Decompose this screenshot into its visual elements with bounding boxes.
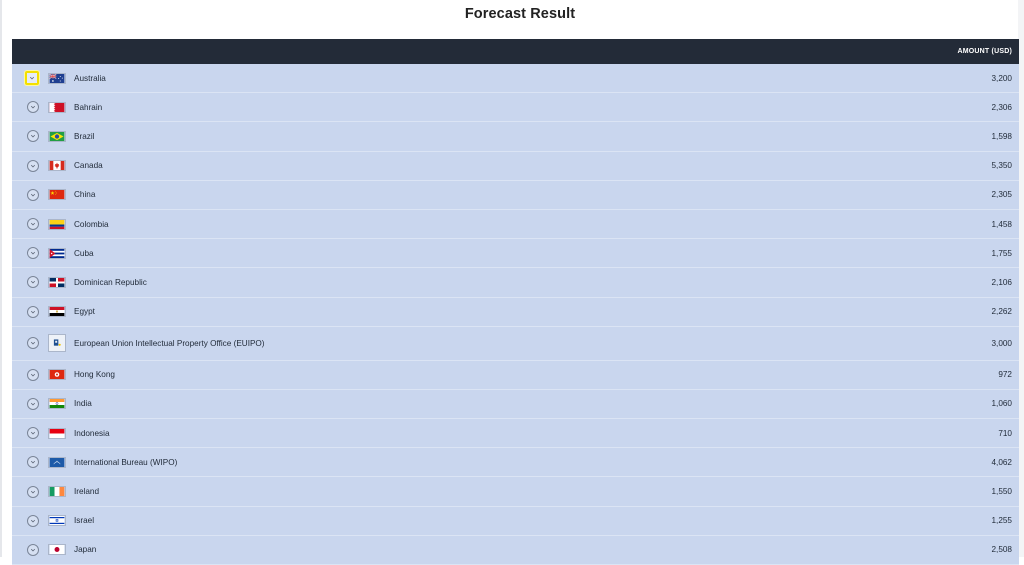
- chevron-down-icon[interactable]: [27, 456, 39, 469]
- country-name: China: [74, 190, 96, 200]
- amount-value: 2,508: [991, 545, 1013, 555]
- euipo-logo-icon: [48, 334, 66, 353]
- indonesia-flag-icon: [48, 427, 66, 439]
- colombia-flag-icon: [48, 218, 66, 230]
- amount-value: 1,755: [991, 248, 1013, 258]
- israel-flag-icon: [48, 515, 66, 527]
- page-left-border: [0, 0, 2, 557]
- table-header: AMOUNT (USD): [12, 39, 1019, 64]
- amount-value: 2,306: [991, 102, 1013, 112]
- amount-value: 1,458: [991, 219, 1013, 229]
- table-row[interactable]: India 1,060: [12, 389, 1019, 420]
- country-name: Japan: [74, 545, 97, 555]
- table-row[interactable]: International Bureau (WIPO) 4,062: [12, 448, 1019, 478]
- table-row[interactable]: Ireland 1,550: [12, 477, 1019, 507]
- egypt-flag-icon: [48, 306, 66, 318]
- japan-flag-icon: [48, 544, 66, 556]
- table-row[interactable]: Brazil 1,598: [12, 122, 1019, 152]
- table-row[interactable]: Cuba 1,755: [12, 239, 1019, 269]
- country-name: Dominican Republic: [74, 277, 147, 287]
- chevron-down-icon[interactable]: [27, 305, 39, 318]
- hong-kong-flag-icon: [48, 369, 66, 381]
- country-name: Egypt: [74, 307, 95, 317]
- table-row[interactable]: Hong Kong 972: [12, 360, 1019, 390]
- australia-flag-icon: [48, 72, 66, 84]
- table-row[interactable]: Australia 3,200: [12, 64, 1019, 94]
- country-name: European Union Intellectual Property Off…: [74, 338, 265, 348]
- table-row[interactable]: Colombia 1,458: [12, 209, 1019, 240]
- chevron-down-icon[interactable]: [25, 71, 39, 86]
- chevron-down-icon[interactable]: [27, 188, 39, 201]
- amount-value: 3,200: [991, 73, 1013, 83]
- amount-column-header: AMOUNT (USD): [957, 48, 1012, 55]
- chevron-down-icon[interactable]: [27, 276, 39, 289]
- india-flag-icon: [48, 398, 66, 410]
- wipo-flag-icon: [48, 456, 66, 468]
- chevron-down-icon[interactable]: [27, 368, 39, 381]
- amount-value: 1,550: [991, 487, 1013, 497]
- country-name: India: [74, 399, 92, 409]
- chevron-down-icon[interactable]: [27, 543, 39, 556]
- chevron-down-icon[interactable]: [27, 397, 39, 410]
- table-row[interactable]: Japan 2,508: [12, 535, 1019, 565]
- canada-flag-icon: [48, 160, 66, 172]
- amount-value: 3,000: [991, 338, 1013, 348]
- chevron-down-icon[interactable]: [27, 247, 39, 260]
- chevron-down-icon[interactable]: [27, 485, 39, 498]
- country-name: Cuba: [74, 248, 94, 258]
- amount-value: 710: [998, 428, 1012, 438]
- country-name: Australia: [74, 73, 106, 83]
- dominican-republic-flag-icon: [48, 276, 66, 288]
- china-flag-icon: [48, 189, 66, 201]
- amount-value: 4,062: [991, 457, 1013, 467]
- table-row[interactable]: China 2,305: [12, 180, 1019, 210]
- country-name: Israel: [74, 516, 95, 526]
- table-row[interactable]: European Union Intellectual Property Off…: [12, 326, 1019, 361]
- chevron-down-icon[interactable]: [27, 514, 39, 527]
- bahrain-flag-icon: [48, 101, 66, 113]
- amount-value: 1,060: [991, 399, 1013, 409]
- forecast-table: AMOUNT (USD) Australia 3,200 Bahrain 2,3…: [12, 39, 1019, 565]
- table-row[interactable]: Bahrain 2,306: [12, 93, 1019, 123]
- page-title: Forecast Result: [464, 6, 576, 22]
- country-name: Ireland: [74, 487, 100, 497]
- table-row[interactable]: Egypt 2,262: [12, 297, 1019, 327]
- amount-value: 1,598: [991, 131, 1013, 141]
- amount-value: 5,350: [991, 161, 1013, 171]
- country-name: International Bureau (WIPO): [74, 457, 178, 467]
- country-name: Indonesia: [74, 428, 110, 438]
- amount-value: 2,262: [991, 307, 1013, 317]
- country-name: Brazil: [74, 131, 95, 141]
- brazil-flag-icon: [48, 130, 66, 142]
- table-row[interactable]: Indonesia 710: [12, 419, 1019, 449]
- country-name: Bahrain: [74, 102, 103, 112]
- chevron-down-icon[interactable]: [27, 218, 39, 231]
- cuba-flag-icon: [48, 247, 66, 259]
- country-name: Hong Kong: [74, 370, 115, 380]
- amount-value: 2,106: [991, 277, 1013, 287]
- chevron-down-icon[interactable]: [27, 101, 39, 114]
- amount-value: 1,255: [991, 516, 1013, 526]
- country-name: Colombia: [74, 219, 109, 229]
- amount-value: 972: [998, 370, 1012, 380]
- chevron-down-icon[interactable]: [27, 427, 39, 440]
- table-row[interactable]: Dominican Republic 2,106: [12, 268, 1019, 298]
- chevron-down-icon[interactable]: [27, 130, 39, 143]
- chevron-down-icon[interactable]: [27, 159, 39, 172]
- table-row[interactable]: Canada 5,350: [12, 151, 1019, 181]
- country-name: Canada: [74, 161, 103, 171]
- amount-value: 2,305: [991, 190, 1013, 200]
- ireland-flag-icon: [48, 486, 66, 498]
- chevron-down-icon[interactable]: [27, 337, 39, 350]
- table-row[interactable]: Israel 1,255: [12, 506, 1019, 536]
